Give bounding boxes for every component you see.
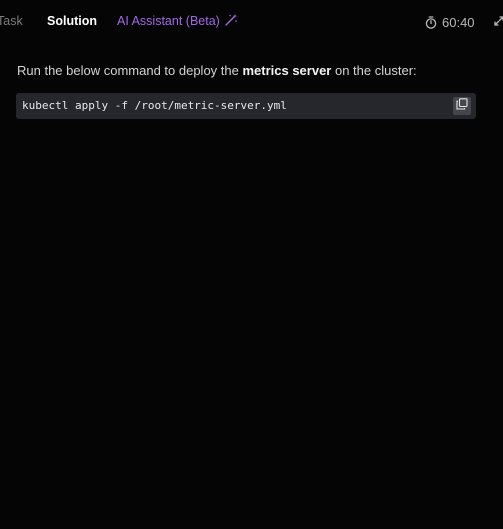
timer: 60:40 bbox=[425, 13, 475, 31]
magic-wand-icon bbox=[224, 13, 238, 31]
copy-icon bbox=[456, 97, 468, 115]
stopwatch-icon bbox=[425, 15, 437, 29]
expand-icon[interactable] bbox=[492, 14, 503, 28]
instruction-text: Run the below command to deploy the metr… bbox=[17, 62, 487, 80]
code-block: kubectl apply -f /root/metric-server.yml bbox=[16, 93, 476, 119]
instruction-prefix: Run the below command to deploy the bbox=[17, 63, 243, 78]
copy-button[interactable] bbox=[453, 97, 471, 115]
tab-solution[interactable]: Solution bbox=[47, 13, 97, 31]
code-command[interactable]: kubectl apply -f /root/metric-server.yml bbox=[22, 98, 287, 114]
instruction-highlight: metrics server bbox=[242, 63, 332, 78]
timer-value: 60:40 bbox=[442, 14, 475, 30]
tab-task[interactable]: Task bbox=[0, 13, 23, 31]
panel-header: Task Solution AI Assistant (Beta) 60:40 bbox=[0, 0, 503, 42]
solution-panel: Task Solution AI Assistant (Beta) 60:40 … bbox=[0, 0, 503, 529]
tab-ai-assistant[interactable]: AI Assistant (Beta) bbox=[117, 13, 238, 31]
instruction-suffix: on the cluster: bbox=[331, 63, 417, 78]
tab-ai-assistant-label: AI Assistant (Beta) bbox=[117, 14, 220, 28]
